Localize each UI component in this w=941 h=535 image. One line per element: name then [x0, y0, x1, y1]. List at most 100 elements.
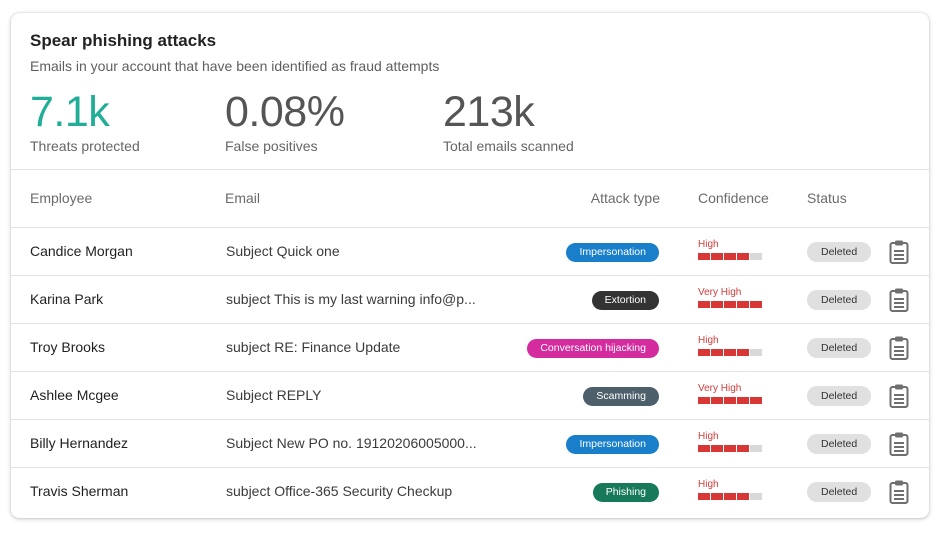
confidence-segment [711, 301, 723, 308]
stat-threats-protected: 7.1k Threats protected [30, 87, 140, 154]
table-row[interactable]: Travis Sherman subject Office-365 Securit… [11, 468, 929, 515]
confidence-segment [750, 301, 762, 308]
email-subject[interactable]: subject RE: Finance Update [226, 339, 400, 355]
table-row[interactable]: Karina Park subject This is my last warni… [11, 276, 929, 324]
attack-type-badge: Phishing [592, 483, 659, 502]
status-badge: Deleted [807, 290, 872, 310]
stat-value: 7.1k [30, 88, 110, 136]
confidence-segment [698, 301, 710, 308]
confidence-segment [750, 253, 762, 260]
confidence-segment [737, 253, 749, 260]
attack-type-badge: Conversation hijacking [527, 339, 659, 358]
clipboard-icon[interactable] [889, 384, 909, 408]
confidence-segment [750, 493, 762, 500]
confidence-bar [698, 301, 762, 308]
confidence-segment [724, 493, 736, 500]
table-row[interactable]: Ashlee Mcgee Subject REPLY Scamming Very Hi… [11, 372, 929, 420]
attack-type-badge: Impersonation [566, 435, 659, 454]
confidence-segment [711, 493, 723, 500]
confidence-segment [737, 397, 749, 404]
column-header-status[interactable]: Status [807, 190, 847, 206]
confidence-indicator: High [698, 239, 762, 260]
confidence-label: Very High [698, 287, 742, 298]
card-title: Spear phishing attacks [30, 31, 217, 50]
clipboard-icon[interactable] [889, 336, 909, 360]
table-row[interactable]: Candice Morgan Subject Quick one Impersona… [11, 228, 929, 276]
clipboard-icon[interactable] [889, 432, 909, 456]
employee-name: Candice Morgan [30, 243, 133, 259]
attack-type-cell: Conversation hijacking [527, 338, 659, 358]
confidence-segment [698, 349, 710, 356]
attack-type-cell: Impersonation [566, 242, 659, 262]
confidence-segment [724, 397, 736, 404]
confidence-segment [711, 445, 723, 452]
column-header-employee[interactable]: Employee [30, 190, 92, 206]
table-row[interactable]: Billy Hernandez Subject New PO no. 191202… [11, 420, 929, 468]
employee-name: Karina Park [30, 291, 104, 307]
status-badge: Deleted [807, 434, 872, 454]
clipboard-icon[interactable] [889, 480, 909, 504]
email-subject[interactable]: subject Office-365 Security Checkup [226, 483, 452, 499]
email-subject[interactable]: Subject New PO no. 19120206005000... [226, 435, 477, 451]
employee-name: Billy Hernandez [30, 435, 129, 451]
confidence-segment [698, 397, 710, 404]
confidence-segment [737, 445, 749, 452]
attack-type-cell: Extortion [591, 290, 659, 310]
card-subtitle: Emails in your account that have been id… [30, 58, 440, 74]
confidence-label: High [698, 431, 719, 442]
attack-type-cell: Impersonation [566, 434, 659, 454]
confidence-label: High [698, 239, 719, 250]
stat-value: 0.08% [225, 88, 345, 136]
status-badge: Deleted [807, 242, 872, 262]
stat-value: 213k [443, 88, 535, 136]
attack-type-cell: Scamming [583, 386, 659, 406]
clipboard-icon[interactable] [889, 240, 909, 264]
confidence-bar [698, 349, 762, 356]
confidence-segment [750, 349, 762, 356]
status-badge: Deleted [807, 482, 872, 502]
column-header-attack-type[interactable]: Attack type [591, 190, 660, 206]
confidence-indicator: High [698, 335, 762, 356]
confidence-segment [711, 253, 723, 260]
column-header-email[interactable]: Email [225, 190, 260, 206]
attack-type-badge: Impersonation [566, 243, 659, 262]
stat-false-positives: 0.08% False positives [225, 87, 345, 154]
confidence-segment [724, 253, 736, 260]
confidence-bar [698, 253, 762, 260]
table-header: Employee Email Attack type Confidence St… [11, 170, 929, 228]
table-row[interactable]: Troy Brooks subject RE: Finance Update Con… [11, 324, 929, 372]
email-subject[interactable]: Subject Quick one [226, 243, 340, 259]
confidence-bar [698, 397, 762, 404]
confidence-segment [724, 445, 736, 452]
confidence-indicator: Very High [698, 383, 762, 404]
attack-type-badge: Scamming [583, 387, 659, 406]
confidence-indicator: Very High [698, 287, 762, 308]
status-badge: Deleted [807, 338, 872, 358]
table-body: Candice Morgan Subject Quick one Impersona… [11, 228, 929, 515]
confidence-segment [711, 397, 723, 404]
confidence-segment [698, 253, 710, 260]
email-subject[interactable]: subject This is my last warning info@p..… [226, 291, 476, 307]
confidence-label: High [698, 335, 719, 346]
confidence-bar [698, 445, 762, 452]
stat-label: False positives [225, 138, 318, 154]
clipboard-icon[interactable] [889, 288, 909, 312]
confidence-segment [724, 301, 736, 308]
attack-type-badge: Extortion [591, 291, 659, 310]
confidence-segment [711, 349, 723, 356]
employee-name: Travis Sherman [30, 483, 129, 499]
stat-total-emails-scanned: 213k Total emails scanned [443, 87, 574, 154]
email-subject[interactable]: Subject REPLY [226, 387, 321, 403]
confidence-label: High [698, 479, 719, 490]
confidence-segment [737, 493, 749, 500]
status-badge: Deleted [807, 386, 872, 406]
confidence-segment [750, 445, 762, 452]
employee-name: Troy Brooks [30, 339, 105, 355]
stat-label: Total emails scanned [443, 138, 574, 154]
confidence-segment [698, 445, 710, 452]
confidence-segment [698, 493, 710, 500]
column-header-confidence[interactable]: Confidence [698, 190, 769, 206]
spear-phishing-card: Spear phishing attacks Emails in your ac… [11, 13, 929, 518]
stat-label: Threats protected [30, 138, 140, 154]
attack-type-cell: Phishing [592, 482, 659, 502]
